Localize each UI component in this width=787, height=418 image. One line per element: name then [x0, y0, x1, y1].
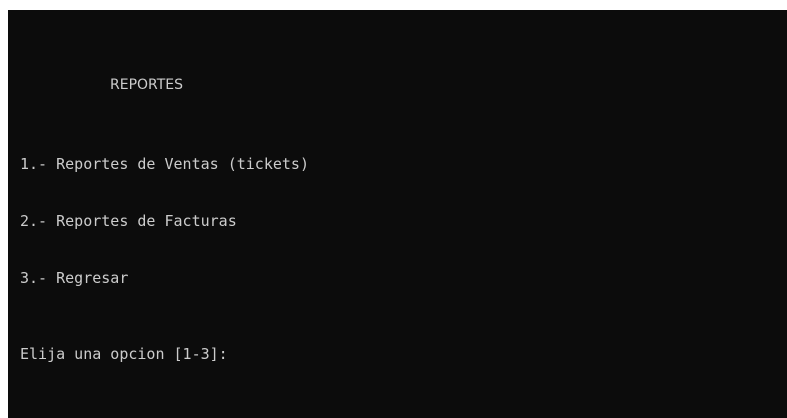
- menu-title: REPORTES: [110, 77, 184, 93]
- menu-option-regresar: 3.- Regresar: [20, 269, 129, 287]
- menu-option-ventas: 1.- Reportes de Ventas (tickets): [20, 155, 309, 173]
- console-window[interactable]: REPORTES 1.- Reportes de Ventas (tickets…: [8, 10, 787, 418]
- menu-option-facturas: 2.- Reportes de Facturas: [20, 212, 237, 230]
- prompt-text: Elija una opcion [1-3]:: [20, 345, 228, 363]
- prompt-line: Elija una opcion [1-3]:: [20, 345, 787, 364]
- input-cursor[interactable]: [228, 347, 238, 362]
